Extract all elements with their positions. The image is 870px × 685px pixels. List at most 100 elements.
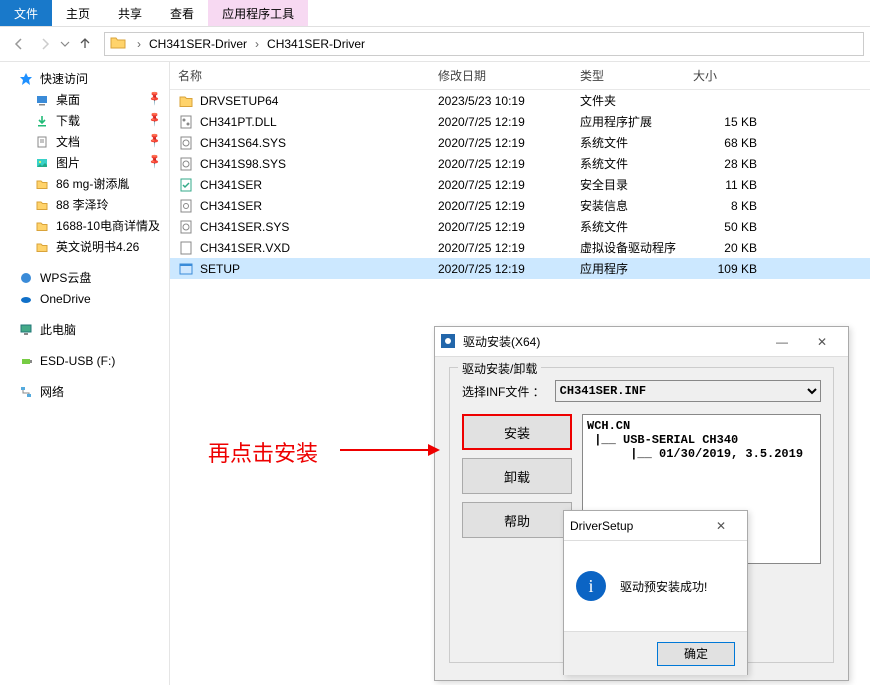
nav-back[interactable] (6, 32, 32, 56)
breadcrumb-item[interactable]: CH341SER-Driver (263, 33, 369, 55)
sidebar-cloud-item[interactable]: WPS云盘 (0, 267, 169, 288)
chevron-right-icon[interactable]: › (133, 37, 145, 51)
sidebar-item[interactable]: 88 李泽玲 (0, 194, 169, 215)
file-name: CH341SER.SYS (200, 220, 289, 234)
file-icon (178, 135, 194, 151)
file-icon (178, 177, 194, 193)
star-icon (18, 71, 34, 87)
file-date: 2020/7/25 12:19 (430, 241, 572, 255)
dialog-titlebar[interactable]: 驱动安装(X64) — ✕ (435, 327, 848, 357)
file-row[interactable]: CH341S64.SYS2020/7/25 12:19系统文件68 KB (170, 132, 870, 153)
file-name: SETUP (200, 262, 240, 276)
pin-icon: 📌 (146, 132, 163, 149)
sidebar-item-label: 下载 (56, 112, 80, 129)
breadcrumb-item[interactable]: CH341SER-Driver (145, 33, 251, 55)
nav-forward[interactable] (32, 32, 58, 56)
driversetup-msgbox: DriverSetup ✕ i 驱动预安装成功! 确定 (563, 510, 748, 675)
dialog-title: 驱动安装(X64) (463, 333, 762, 350)
sidebar-this-pc[interactable]: 此电脑 (0, 319, 169, 340)
file-row[interactable]: CH341SER.SYS2020/7/25 12:19系统文件50 KB (170, 216, 870, 237)
sidebar-cloud-item[interactable]: OneDrive (0, 288, 169, 309)
file-row[interactable]: CH341S98.SYS2020/7/25 12:19系统文件28 KB (170, 153, 870, 174)
tab-app-tools[interactable]: 应用程序工具 (208, 0, 308, 26)
ribbon: 文件 主页 共享 查看 应用程序工具 (0, 0, 870, 27)
download-icon (34, 113, 50, 129)
folder-icon (34, 197, 50, 213)
sidebar-item[interactable]: 下载📌 (0, 110, 169, 131)
pin-icon: 📌 (146, 153, 163, 170)
groupbox-title: 驱动安装/卸载 (458, 360, 541, 377)
annotation-text: 再点击安装 (208, 436, 318, 468)
tab-home[interactable]: 主页 (52, 0, 104, 26)
sidebar-item[interactable]: 86 mg-谢添胤 (0, 173, 169, 194)
usb-icon (18, 353, 34, 369)
file-name: CH341SER.VXD (200, 241, 290, 255)
file-icon (178, 114, 194, 130)
minimize-button[interactable]: — (762, 327, 802, 356)
close-button[interactable]: ✕ (701, 511, 741, 540)
file-row[interactable]: CH341SER.VXD2020/7/25 12:19虚拟设备驱动程序20 KB (170, 237, 870, 258)
file-row[interactable]: DRVSETUP642023/5/23 10:19文件夹 (170, 90, 870, 111)
app-icon (441, 334, 457, 350)
file-row[interactable]: CH341SER2020/7/25 12:19安全目录11 KB (170, 174, 870, 195)
address-box[interactable]: › CH341SER-Driver › CH341SER-Driver (104, 32, 864, 56)
nav-up[interactable] (72, 32, 98, 56)
file-date: 2020/7/25 12:19 (430, 199, 572, 213)
msgbox-title: DriverSetup (570, 519, 701, 533)
sidebar-item[interactable]: 桌面📌 (0, 89, 169, 110)
sidebar: 快速访问 桌面📌下载📌文档📌图片📌86 mg-谢添胤88 李泽玲1688-10电… (0, 62, 170, 685)
col-size[interactable]: 大小 (685, 67, 765, 84)
file-type: 应用程序扩展 (572, 113, 685, 130)
network-icon (18, 384, 34, 400)
file-type: 应用程序 (572, 260, 685, 277)
file-row[interactable]: CH341SER2020/7/25 12:19安装信息8 KB (170, 195, 870, 216)
col-name[interactable]: 名称 (170, 67, 430, 84)
sidebar-item-label: 英文说明书4.26 (56, 238, 139, 255)
sidebar-item[interactable]: 英文说明书4.26 (0, 236, 169, 257)
install-button[interactable]: 安装 (462, 414, 572, 450)
file-icon (178, 156, 194, 172)
file-date: 2020/7/25 12:19 (430, 262, 572, 276)
sidebar-item[interactable]: 文档📌 (0, 131, 169, 152)
tab-view[interactable]: 查看 (156, 0, 208, 26)
file-size: 109 KB (685, 262, 765, 276)
ok-button[interactable]: 确定 (657, 642, 735, 666)
file-name: DRVSETUP64 (200, 94, 278, 108)
uninstall-button[interactable]: 卸载 (462, 458, 572, 494)
sidebar-item[interactable]: 图片📌 (0, 152, 169, 173)
help-button[interactable]: 帮助 (462, 502, 572, 538)
sidebar-network[interactable]: 网络 (0, 381, 169, 402)
file-type: 系统文件 (572, 134, 685, 151)
sidebar-quick-access[interactable]: 快速访问 (0, 68, 169, 89)
sidebar-drive-item[interactable]: ESD-USB (F:) (0, 350, 169, 371)
wps-icon (18, 270, 34, 286)
file-size: 8 KB (685, 199, 765, 213)
file-row[interactable]: CH341PT.DLL2020/7/25 12:19应用程序扩展15 KB (170, 111, 870, 132)
file-type: 安装信息 (572, 197, 685, 214)
folder-icon (34, 239, 50, 255)
sidebar-item[interactable]: 1688-10电商详情及 (0, 215, 169, 236)
file-row[interactable]: SETUP 2020/7/25 12:19应用程序109 KB (170, 258, 870, 279)
address-bar: › CH341SER-Driver › CH341SER-Driver (0, 27, 870, 62)
file-size: 15 KB (685, 115, 765, 129)
tab-share[interactable]: 共享 (104, 0, 156, 26)
file-icon (178, 198, 194, 214)
sidebar-item-label: 88 李泽玲 (56, 196, 109, 213)
col-date[interactable]: 修改日期 (430, 67, 572, 84)
inf-select[interactable]: CH341SER.INF (555, 380, 821, 402)
tab-file[interactable]: 文件 (0, 0, 52, 26)
nav-recent[interactable] (58, 32, 72, 56)
file-type: 系统文件 (572, 218, 685, 235)
desktop-icon (34, 92, 50, 108)
onedrive-icon (18, 291, 34, 307)
sidebar-item-label: 网络 (40, 383, 64, 400)
close-button[interactable]: ✕ (802, 327, 842, 356)
msgbox-titlebar[interactable]: DriverSetup ✕ (564, 511, 747, 541)
file-size: 68 KB (685, 136, 765, 150)
file-size: 11 KB (685, 178, 765, 192)
file-type: 虚拟设备驱动程序 (572, 239, 685, 256)
col-type[interactable]: 类型 (572, 67, 685, 84)
file-size: 28 KB (685, 157, 765, 171)
folder-icon (109, 34, 129, 54)
chevron-right-icon[interactable]: › (251, 37, 263, 51)
